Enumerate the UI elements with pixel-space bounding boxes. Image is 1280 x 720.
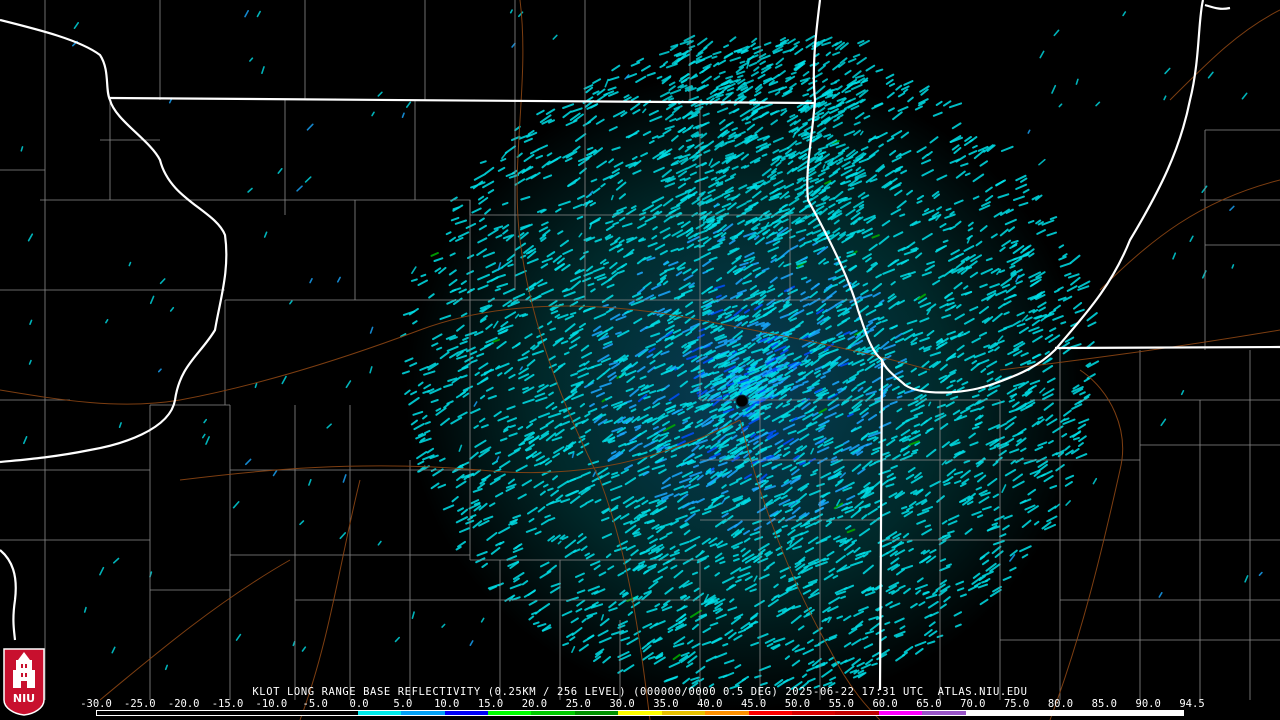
colorbar-tick-label: 90.0 (1135, 698, 1161, 710)
colorbar-segment (574, 711, 619, 715)
colorbar-tick-label: -15.0 (211, 698, 244, 710)
colorbar-tick-label: 10.0 (434, 698, 460, 710)
colorbar-segment (792, 711, 836, 715)
colorbar-segment (922, 711, 966, 715)
colorbar-tick-label: 55.0 (828, 698, 854, 710)
colorbar-segment (487, 711, 532, 715)
colorbar-tick-label: 70.0 (960, 698, 986, 710)
colorbar-tick-label: 45.0 (740, 698, 767, 710)
colorbar-tick-label: 5.0 (393, 698, 413, 710)
colorbar-segment (618, 711, 662, 715)
colorbar-tick-label: -5.0 (302, 698, 328, 710)
colorbar-segment (878, 711, 923, 715)
colorbar-tick-label: 60.0 (872, 698, 898, 710)
colorbar-segment (314, 711, 358, 715)
colorbar-tick-label: -10.0 (255, 698, 288, 710)
colorbar-tick-labels: -30.0 -25.0 -20.0 -15.0 -10.0 -5.0 0.0 5.0 10.0 1… (80, 698, 1204, 710)
colorbar-segment (835, 711, 879, 715)
colorbar-tick-label: -30.0 (80, 698, 112, 710)
radar-site-marker (735, 394, 749, 408)
colorbar-tick-label: 15.0 (477, 698, 504, 710)
colorbar-segment (270, 711, 315, 715)
colorbar-tick-label: 25.0 (565, 698, 591, 710)
colorbar-segment (705, 711, 749, 715)
colorbar-segment (1009, 711, 1053, 715)
colorbar-tick-label: 0.0 (349, 698, 369, 710)
colorbar-segment (401, 711, 445, 715)
product-caption: KLOT LONG RANGE BASE REFLECTIVITY (0.25K… (252, 686, 1028, 698)
colorbar-segment (1052, 711, 1097, 715)
colorbar-tick-label: 80.0 (1047, 698, 1074, 710)
colorbar-tick-label: 94.5 (1179, 698, 1205, 710)
colorbar-tick-label: 85.0 (1091, 698, 1117, 710)
colorbar-segment (183, 711, 228, 715)
colorbar-tick-label: 30.0 (609, 698, 635, 710)
colorbar-segment (227, 711, 271, 715)
colorbar-segment (1139, 711, 1183, 715)
colorbar-tick-label: 35.0 (653, 698, 679, 710)
logo-text: NIU (13, 692, 35, 705)
colorbar-segment (965, 711, 1010, 715)
colorbar-segment (97, 711, 141, 715)
reflectivity-colorbar (96, 710, 1184, 716)
colorbar-tick-label: 20.0 (521, 698, 548, 710)
colorbar-segment (661, 711, 706, 715)
colorbar-tick-label: 50.0 (784, 698, 811, 710)
colorbar-segment (1096, 711, 1140, 715)
colorbar-tick-label: 40.0 (697, 698, 723, 710)
colorbar-tick-label: 65.0 (916, 698, 942, 710)
colorbar-tick-label: 75.0 (1003, 698, 1030, 710)
radar-map (0, 0, 1280, 720)
colorbar-segment (531, 711, 575, 715)
colorbar-segment (140, 711, 184, 715)
colorbar-segment (748, 711, 792, 715)
colorbar-segment (444, 711, 488, 715)
niu-logo: NIU (3, 648, 45, 716)
colorbar-tick-label: -20.0 (167, 698, 200, 710)
colorbar-segment (357, 711, 402, 715)
colorbar-tick-label: -25.0 (124, 698, 156, 710)
